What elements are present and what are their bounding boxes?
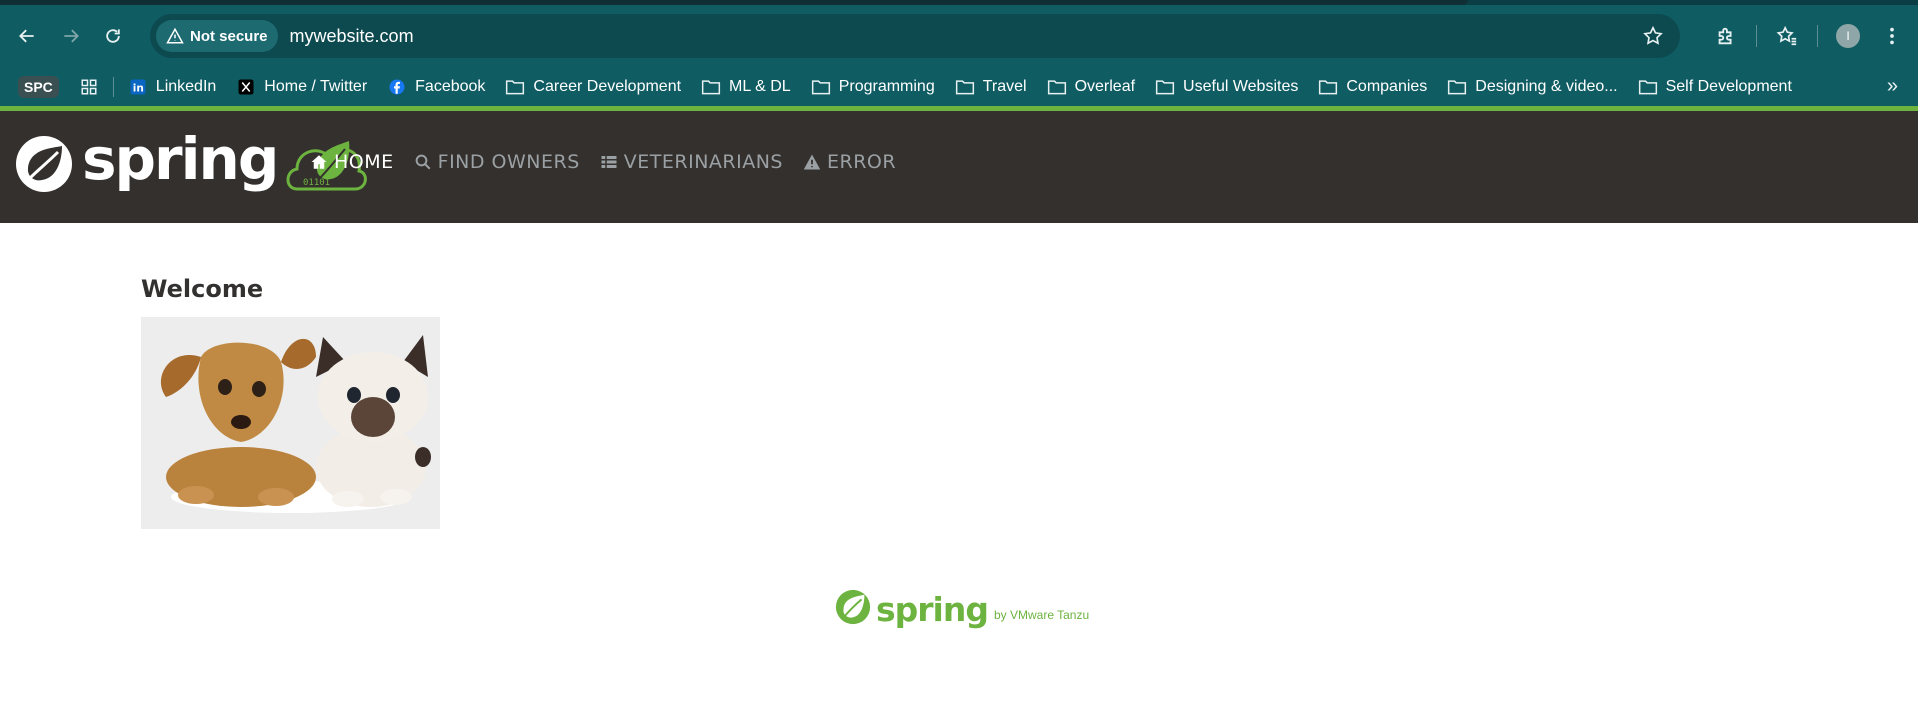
- extensions-button[interactable]: [1704, 14, 1748, 58]
- bookmark-label: Useful Websites: [1183, 77, 1299, 95]
- address-bar[interactable]: Not secure mywebsite.com: [150, 14, 1680, 58]
- bookmark-folder-ml[interactable]: ML & DL: [691, 72, 801, 102]
- reload-button[interactable]: [98, 21, 128, 51]
- avatar: I: [1836, 24, 1860, 48]
- security-label: Not secure: [190, 27, 268, 45]
- spring-leaf-icon: [16, 136, 72, 192]
- security-chip[interactable]: Not secure: [156, 20, 278, 52]
- bookmark-label: Designing & video...: [1475, 77, 1618, 95]
- footer-spring-logo[interactable]: spring by VMware Tanzu: [834, 588, 1089, 626]
- menu-button[interactable]: [1870, 14, 1914, 58]
- bookmarks-bar: SPC in LinkedIn Home / Twitter Facebook …: [0, 67, 1918, 106]
- nav-veterinarians-label: VETERINARIANS: [623, 151, 783, 173]
- bookmark-label: SPC: [18, 75, 59, 98]
- nav-error[interactable]: ERROR: [803, 151, 896, 173]
- bookmark-folder-programming[interactable]: Programming: [801, 72, 945, 102]
- bookmark-star-icon[interactable]: [1642, 25, 1664, 47]
- pets-illustration: [141, 317, 440, 529]
- pets-image: [141, 317, 440, 529]
- folder-icon: [701, 79, 721, 94]
- apps-grid-icon: [81, 79, 97, 94]
- nav-find-owners-label: FIND OWNERS: [437, 151, 580, 173]
- spring-leaf-icon: [835, 589, 871, 625]
- nav-find-owners[interactable]: FIND OWNERS: [414, 151, 580, 173]
- kebab-menu-icon: [1890, 27, 1894, 45]
- bookmark-folder-designing[interactable]: Designing & video...: [1437, 72, 1627, 102]
- folder-icon: [1047, 79, 1066, 94]
- bookmark-label: Facebook: [415, 77, 486, 95]
- search-icon: [415, 154, 431, 170]
- svg-text:in: in: [133, 82, 144, 94]
- folder-icon: [1319, 79, 1338, 94]
- svg-text:01101: 01101: [303, 178, 330, 188]
- bookmarks-button[interactable]: [1765, 14, 1809, 58]
- bookmark-folder-companies[interactable]: Companies: [1308, 72, 1437, 102]
- url-text[interactable]: mywebsite.com: [290, 26, 414, 47]
- linkedin-icon: in: [130, 79, 146, 94]
- site-navbar: spring 01101 HOME FIND OWNERS VETERINARI…: [0, 111, 1918, 223]
- forward-arrow-icon: [64, 29, 79, 43]
- folder-icon: [955, 79, 974, 94]
- bookmark-folder-self-dev[interactable]: Self Development: [1628, 72, 1802, 102]
- footer-tagline: by VMware Tanzu: [993, 608, 1090, 622]
- bookmark-spc[interactable]: SPC: [8, 72, 69, 102]
- forward-button[interactable]: [56, 21, 86, 51]
- star-list-icon: [1776, 25, 1797, 46]
- folder-icon: [811, 79, 830, 94]
- bookmark-label: Companies: [1346, 77, 1428, 95]
- bookmark-twitter[interactable]: Home / Twitter: [226, 72, 377, 102]
- bookmark-folder-useful[interactable]: Useful Websites: [1145, 72, 1308, 102]
- bookmark-label: Home / Twitter: [264, 77, 368, 95]
- bookmark-label: LinkedIn: [155, 77, 217, 95]
- folder-icon: [1638, 79, 1657, 94]
- bookmark-linkedin[interactable]: in LinkedIn: [118, 72, 227, 102]
- bookmark-facebook[interactable]: Facebook: [377, 72, 495, 102]
- bookmark-folder-travel[interactable]: Travel: [945, 72, 1037, 102]
- profile-button[interactable]: I: [1826, 14, 1870, 58]
- bookmark-label: ML & DL: [729, 77, 791, 95]
- folder-icon: [1155, 79, 1175, 94]
- more-bookmarks-chevron-icon[interactable]: »: [1887, 75, 1898, 98]
- nav-error-label: ERROR: [827, 151, 897, 173]
- x-logo-icon: [238, 79, 254, 94]
- list-icon: [601, 156, 617, 168]
- bookmark-label: Travel: [982, 77, 1027, 95]
- bookmark-label: Career Development: [533, 77, 682, 95]
- page-title: Welcome: [141, 275, 264, 303]
- bookmark-label: Overleaf: [1074, 77, 1136, 95]
- bookmark-label: Self Development: [1665, 77, 1792, 95]
- folder-icon: [506, 79, 525, 94]
- browser-toolbar: Not secure mywebsite.com I: [0, 5, 1918, 67]
- brand-wordmark: spring: [82, 125, 279, 193]
- back-button[interactable]: [12, 21, 42, 51]
- apps-button[interactable]: [69, 72, 109, 102]
- bookmark-label: Programming: [838, 77, 935, 95]
- bookmark-folder-career[interactable]: Career Development: [495, 72, 691, 102]
- nav-home[interactable]: HOME: [310, 151, 394, 173]
- bookmark-folder-overleaf[interactable]: Overleaf: [1037, 72, 1145, 102]
- back-arrow-icon: [19, 29, 34, 43]
- main-content: Welcome: [141, 275, 440, 529]
- footer-wordmark: spring: [876, 590, 989, 629]
- puzzle-icon: [1718, 27, 1732, 45]
- facebook-icon: [389, 79, 405, 94]
- nav-home-label: HOME: [334, 151, 394, 173]
- warning-icon: [803, 154, 821, 170]
- warning-icon: [166, 27, 184, 44]
- nav-veterinarians[interactable]: VETERINARIANS: [600, 151, 783, 173]
- folder-icon: [1448, 79, 1467, 94]
- home-icon: [311, 155, 327, 169]
- reload-icon: [106, 29, 120, 43]
